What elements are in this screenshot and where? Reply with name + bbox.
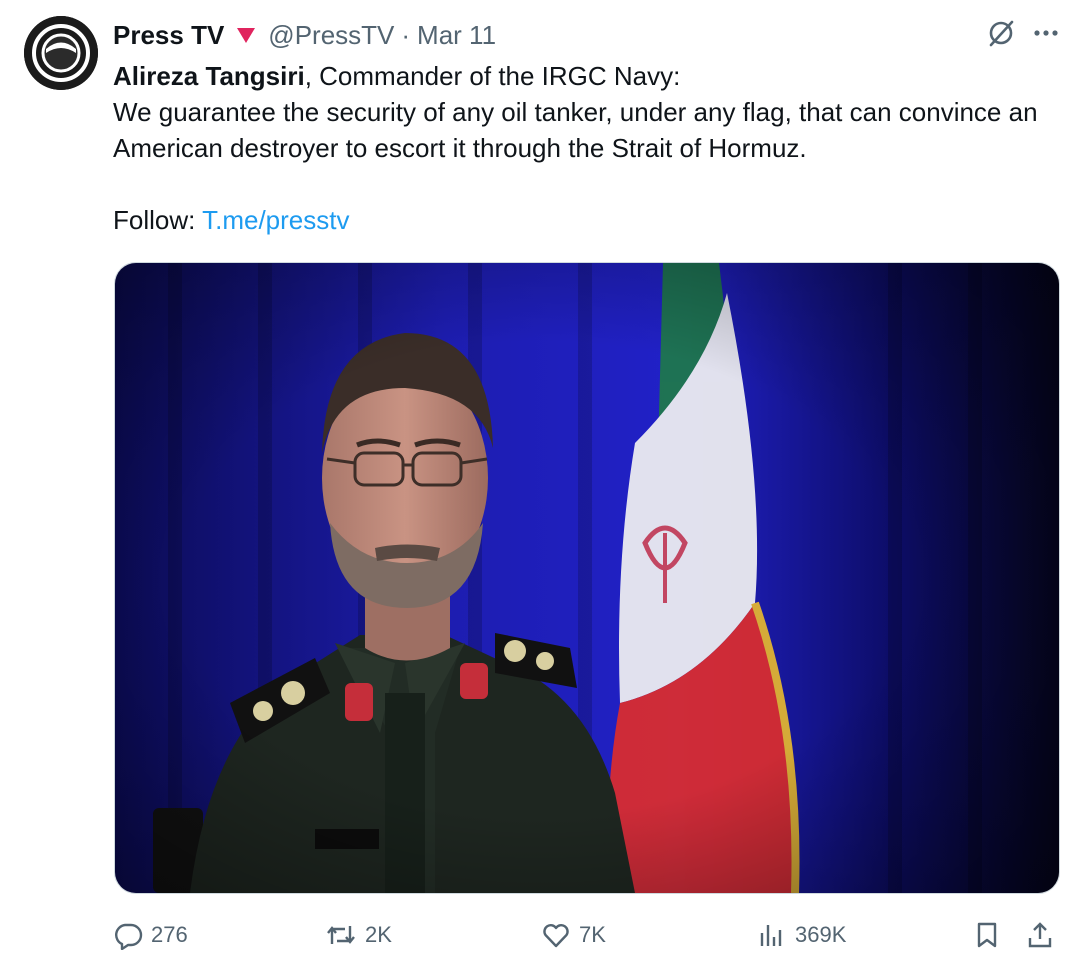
- bookmark-button[interactable]: [973, 912, 1001, 958]
- reply-button[interactable]: 276: [113, 912, 188, 958]
- reply-icon: [113, 920, 143, 950]
- repost-icon: [325, 920, 357, 950]
- tweet-header: Press TV @PressTV · Mar 11: [113, 18, 496, 52]
- tweet-actions: 276 2K 7K 369K: [113, 912, 1063, 958]
- tweet-text: Alireza Tangsiri, Commander of the IRGC …: [113, 58, 1063, 238]
- follow-label: Follow:: [113, 205, 203, 235]
- speaker-name: Alireza Tangsiri: [113, 61, 305, 91]
- presstv-logo-icon: [24, 16, 98, 90]
- like-button[interactable]: 7K: [541, 912, 606, 958]
- share-button[interactable]: [1025, 912, 1055, 958]
- share-icon: [1025, 920, 1055, 950]
- reply-count: 276: [151, 922, 188, 947]
- commander-photo: [115, 263, 1059, 893]
- grok-icon[interactable]: [986, 18, 1016, 48]
- tweet-top-actions: [986, 18, 1060, 48]
- avatar[interactable]: [24, 16, 98, 90]
- more-icon[interactable]: [1032, 19, 1060, 47]
- speaker-title: , Commander of the IRGC Navy:: [304, 61, 681, 91]
- tweet-follow-line: Follow: T.me/presstv: [113, 202, 1063, 238]
- like-count: 7K: [579, 922, 606, 947]
- tweet-media[interactable]: [114, 262, 1060, 894]
- tweet-line-speaker: Alireza Tangsiri, Commander of the IRGC …: [113, 58, 1063, 94]
- repost-button[interactable]: 2K: [325, 912, 392, 958]
- tweet-quote: We guarantee the security of any oil tan…: [113, 97, 1038, 163]
- author-name[interactable]: Press TV: [113, 18, 224, 52]
- views-button[interactable]: 369K: [757, 912, 846, 958]
- like-icon: [541, 920, 571, 950]
- views-count: 369K: [795, 922, 847, 947]
- separator: ·: [401, 20, 411, 50]
- follow-link[interactable]: T.me/presstv: [202, 205, 349, 235]
- author-handle[interactable]: @PressTV: [268, 18, 394, 52]
- tweet-date[interactable]: Mar 11: [417, 18, 496, 52]
- repost-count: 2K: [365, 922, 392, 947]
- bookmark-icon: [973, 920, 1001, 950]
- verified-badge-icon: [236, 25, 256, 45]
- views-icon: [757, 920, 787, 950]
